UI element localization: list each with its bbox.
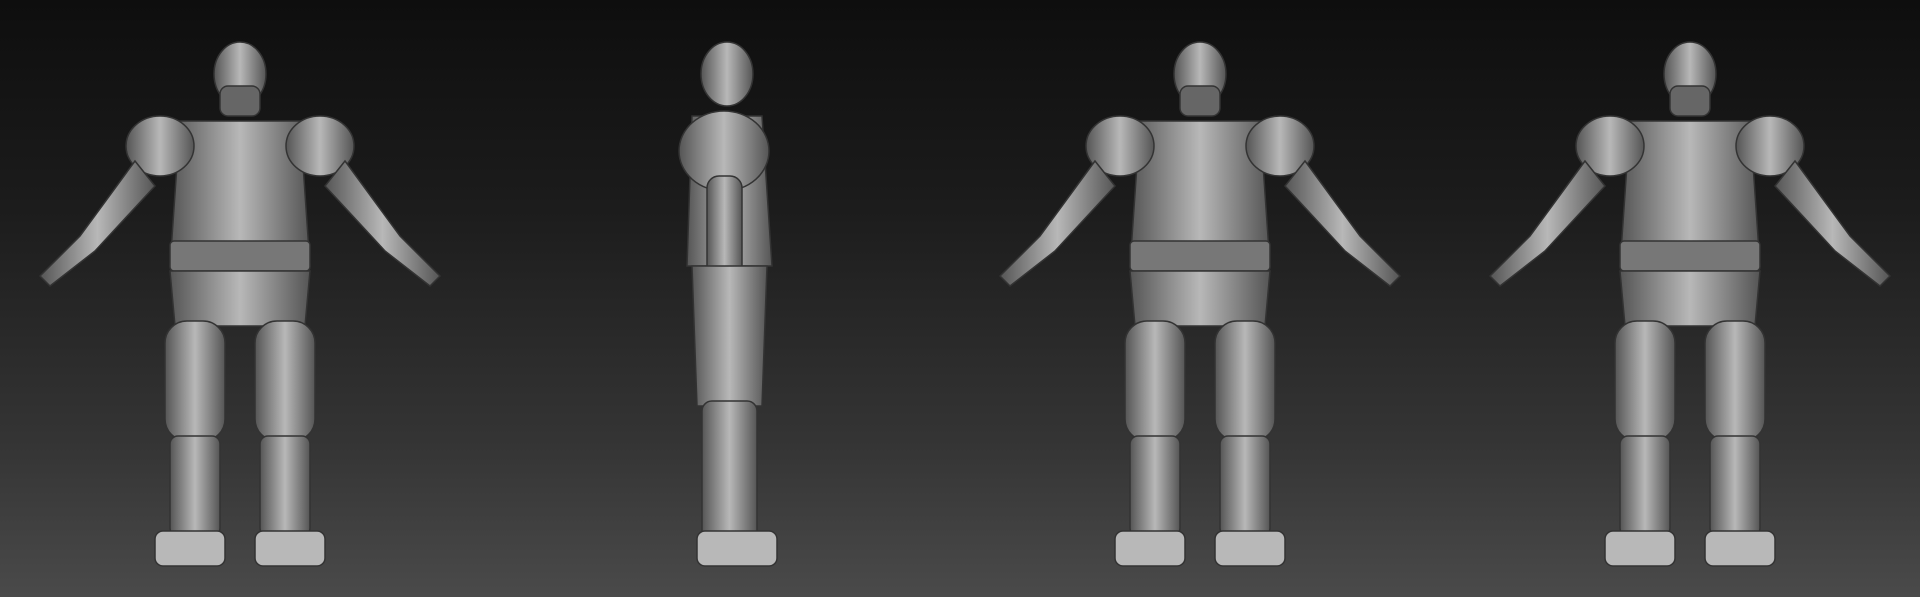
viewport <box>0 0 1920 597</box>
armor-model-side <box>678 41 778 567</box>
armor-model-back <box>998 41 1402 567</box>
armor-model-three-quarter <box>1488 41 1892 567</box>
armor-model-front <box>38 41 442 567</box>
